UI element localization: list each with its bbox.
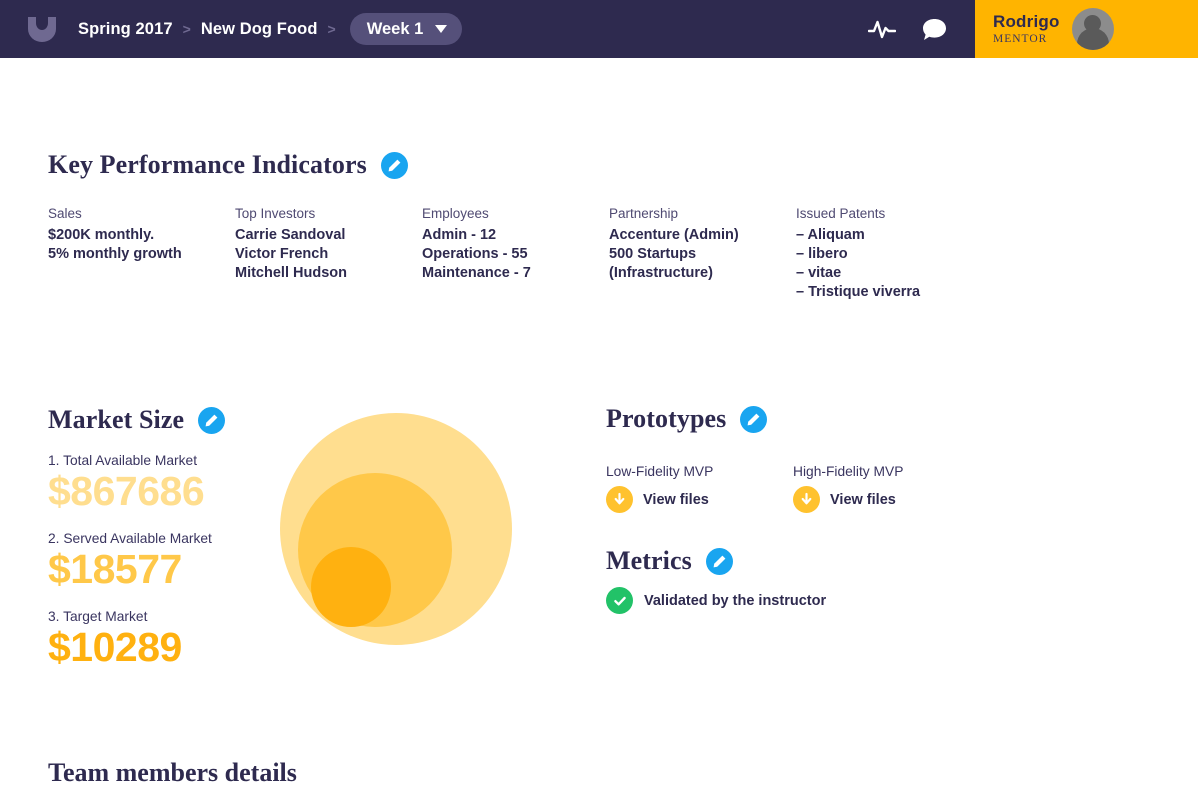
kpi-value: (Infrastructure): [609, 265, 713, 281]
kpi-value: Mitchell Hudson: [235, 265, 347, 281]
market-size-value: $10289: [48, 624, 182, 670]
kpi-column-top-investors: Top Investors Carrie Sandoval Victor Fre…: [235, 206, 422, 302]
metrics-header: Metrics: [606, 546, 826, 576]
target-market-circle: [311, 547, 391, 627]
edit-kpi-button[interactable]: [380, 151, 408, 179]
market-size-value: $867686: [48, 468, 205, 514]
prototypes-header: Prototypes: [606, 404, 980, 434]
view-files-label: View files: [830, 491, 896, 508]
breadcrumb-separator-icon: >: [182, 21, 191, 37]
kpi-section: Key Performance Indicators Sales $200K m…: [48, 150, 920, 302]
edit-metrics-button[interactable]: [705, 547, 733, 575]
team-members-section: Team members details Jerome Colon R: [48, 758, 1139, 799]
breadcrumb-item-term[interactable]: Spring 2017: [78, 20, 173, 39]
market-size-section: Market Size 1. Total Available Market $8…: [48, 405, 226, 669]
pencil-icon: [388, 159, 401, 171]
kpi-value: – libero: [796, 246, 848, 262]
chat-bubble-icon[interactable]: [922, 18, 947, 41]
market-size-value: $18577: [48, 546, 182, 592]
edit-market-size-button[interactable]: [198, 406, 226, 434]
kpi-column-label: Issued Patents: [796, 206, 886, 221]
avatar[interactable]: [1071, 8, 1114, 50]
kpi-value: 5% monthly growth: [48, 246, 182, 262]
kpi-title: Key Performance Indicators: [48, 150, 367, 179]
user-name: Rodrigo: [993, 12, 1060, 32]
kpi-value: Maintenance - 7: [422, 265, 531, 281]
top-navigation-bar: Spring 2017 > New Dog Food > Week 1 Rodr…: [0, 0, 1198, 58]
kpi-value: Carrie Sandoval: [235, 227, 346, 243]
view-files-high-fidelity-button[interactable]: View files: [793, 486, 980, 513]
u-logo-icon: [28, 16, 56, 42]
kpi-column-issued-patents: Issued Patents – Aliquam – libero – vita…: [796, 206, 920, 302]
market-size-title: Market Size: [48, 405, 185, 434]
prototype-high-fidelity: High-Fidelity MVP View files: [793, 464, 980, 513]
download-arrow-icon: [793, 486, 820, 513]
market-size-item-sam: 2. Served Available Market $18577: [48, 531, 225, 591]
kpi-value: Accenture (Admin): [609, 227, 739, 243]
view-files-label: View files: [643, 491, 709, 508]
kpi-column-label: Sales: [48, 206, 82, 221]
kpi-column-sales: Sales $200K monthly. 5% monthly growth: [48, 206, 235, 302]
breadcrumb: Spring 2017 > New Dog Food > Week 1: [78, 0, 463, 58]
market-size-header: Market Size: [48, 405, 226, 435]
kpi-value: Admin - 12: [422, 227, 497, 243]
pencil-icon: [747, 413, 760, 425]
prototype-low-fidelity: Low-Fidelity MVP View files: [606, 464, 793, 513]
kpi-value: Victor French: [235, 246, 329, 262]
metrics-status-label: Validated by the instructor: [644, 592, 827, 609]
user-info: Rodrigo MENTOR: [993, 13, 1060, 45]
metrics-section: Metrics Validated by the instructor: [606, 546, 826, 614]
metrics-status-row: Validated by the instructor: [606, 587, 826, 614]
kpi-value: Operations - 55: [422, 246, 528, 262]
avatar-body-shape: [1076, 28, 1109, 50]
market-size-label: 3. Target Market: [48, 609, 148, 624]
prototype-label: High-Fidelity MVP: [793, 464, 904, 479]
market-size-label: 2. Served Available Market: [48, 531, 212, 546]
market-size-item-tam: 1. Total Available Market $867686: [48, 453, 225, 513]
activity-pulse-icon[interactable]: [868, 18, 896, 40]
user-role-badge: MENTOR: [993, 32, 1048, 45]
market-size-label: 1. Total Available Market: [48, 453, 198, 468]
pencil-icon: [205, 414, 218, 426]
prototypes-section: Prototypes Low-Fidelity MVP View files H…: [606, 404, 980, 513]
kpi-value: 500 Startups: [609, 246, 697, 262]
prototype-label: Low-Fidelity MVP: [606, 464, 714, 479]
week-selector-label: Week 1: [366, 19, 424, 38]
kpi-value: – vitae: [796, 265, 842, 281]
app-logo[interactable]: [0, 0, 78, 58]
week-selector-dropdown[interactable]: Week 1: [349, 13, 463, 45]
kpi-value: – Tristique viverra: [796, 284, 921, 300]
metrics-title: Metrics: [606, 546, 692, 575]
check-circle-icon: [606, 587, 633, 614]
view-files-low-fidelity-button[interactable]: View files: [606, 486, 793, 513]
market-size-item-target: 3. Target Market $10289: [48, 609, 225, 669]
kpi-column-partnership: Partnership Accenture (Admin) 500 Startu…: [609, 206, 796, 302]
prototypes-columns: Low-Fidelity MVP View files High-Fidelit…: [606, 464, 980, 513]
pencil-icon: [713, 555, 726, 567]
team-members-title: Team members details: [48, 758, 297, 787]
kpi-header: Key Performance Indicators: [48, 150, 920, 180]
chevron-down-icon: [435, 25, 448, 33]
user-profile-block[interactable]: Rodrigo MENTOR: [975, 0, 1198, 58]
breadcrumb-item-project[interactable]: New Dog Food: [201, 20, 318, 39]
market-size-bubble-chart: [280, 413, 512, 645]
kpi-columns: Sales $200K monthly. 5% monthly growth T…: [48, 206, 920, 302]
header-action-icons: [868, 18, 975, 41]
breadcrumb-separator-icon: >: [327, 21, 336, 37]
kpi-column-employees: Employees Admin - 12 Operations - 55 Mai…: [422, 206, 609, 302]
kpi-value: – Aliquam: [796, 227, 865, 243]
kpi-column-label: Top Investors: [235, 206, 316, 221]
kpi-value: $200K monthly.: [48, 227, 155, 243]
kpi-column-label: Employees: [422, 206, 489, 221]
prototypes-title: Prototypes: [606, 404, 727, 433]
kpi-column-label: Partnership: [609, 206, 679, 221]
edit-prototypes-button[interactable]: [740, 405, 768, 433]
download-arrow-icon: [606, 486, 633, 513]
